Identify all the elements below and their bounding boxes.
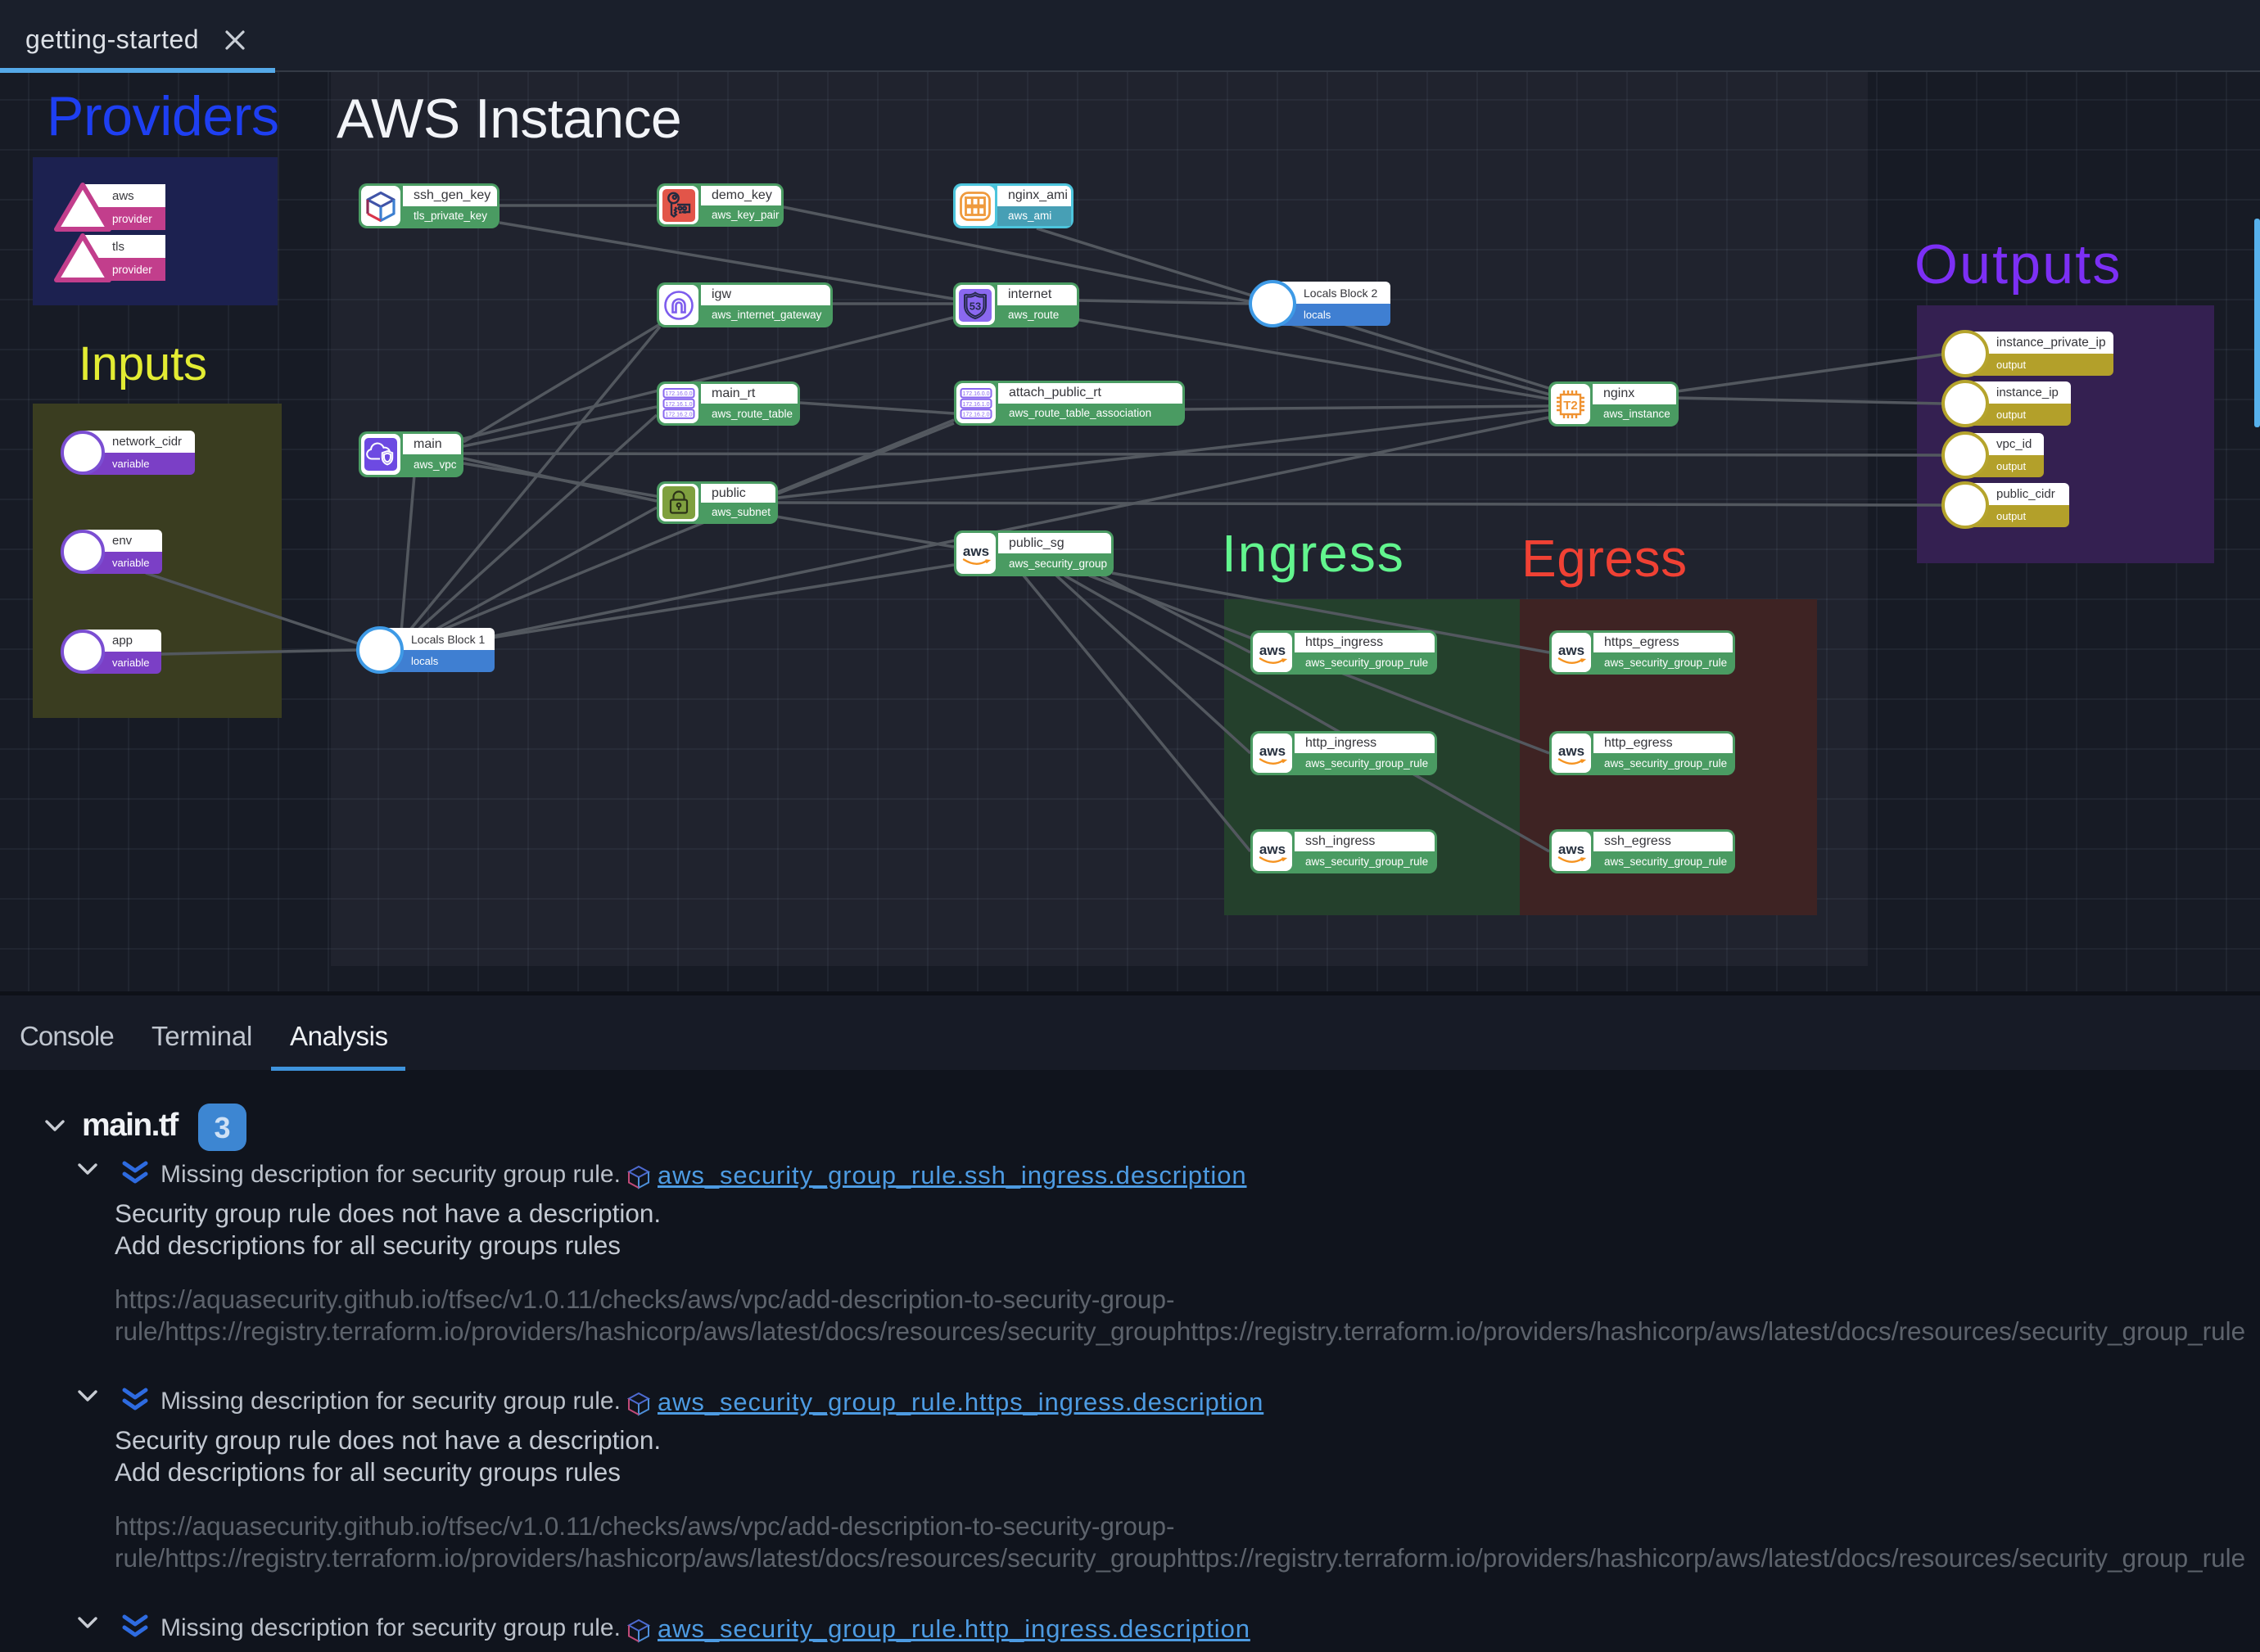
svg-text:172.16.2.0: 172.16.2.0 <box>963 410 990 418</box>
svg-text:172.16.1.0: 172.16.1.0 <box>666 400 693 408</box>
svg-text:172.16.0.0: 172.16.0.0 <box>666 390 693 397</box>
svg-text:172.16.0.0: 172.16.0.0 <box>963 390 990 397</box>
svg-text:aws: aws <box>1259 743 1286 759</box>
svg-text:aws: aws <box>1558 842 1584 857</box>
svg-text:172.16.1.0: 172.16.1.0 <box>963 399 990 407</box>
svg-text:T2: T2 <box>1563 399 1578 413</box>
svg-text:172.16.2.0: 172.16.2.0 <box>666 411 693 418</box>
svg-text:aws: aws <box>1259 643 1286 658</box>
svg-text:aws: aws <box>1259 842 1286 857</box>
svg-text:aws: aws <box>1558 743 1584 759</box>
svg-text:aws: aws <box>963 544 989 559</box>
svg-text:aws: aws <box>1558 643 1584 658</box>
svg-text:53: 53 <box>970 300 981 312</box>
